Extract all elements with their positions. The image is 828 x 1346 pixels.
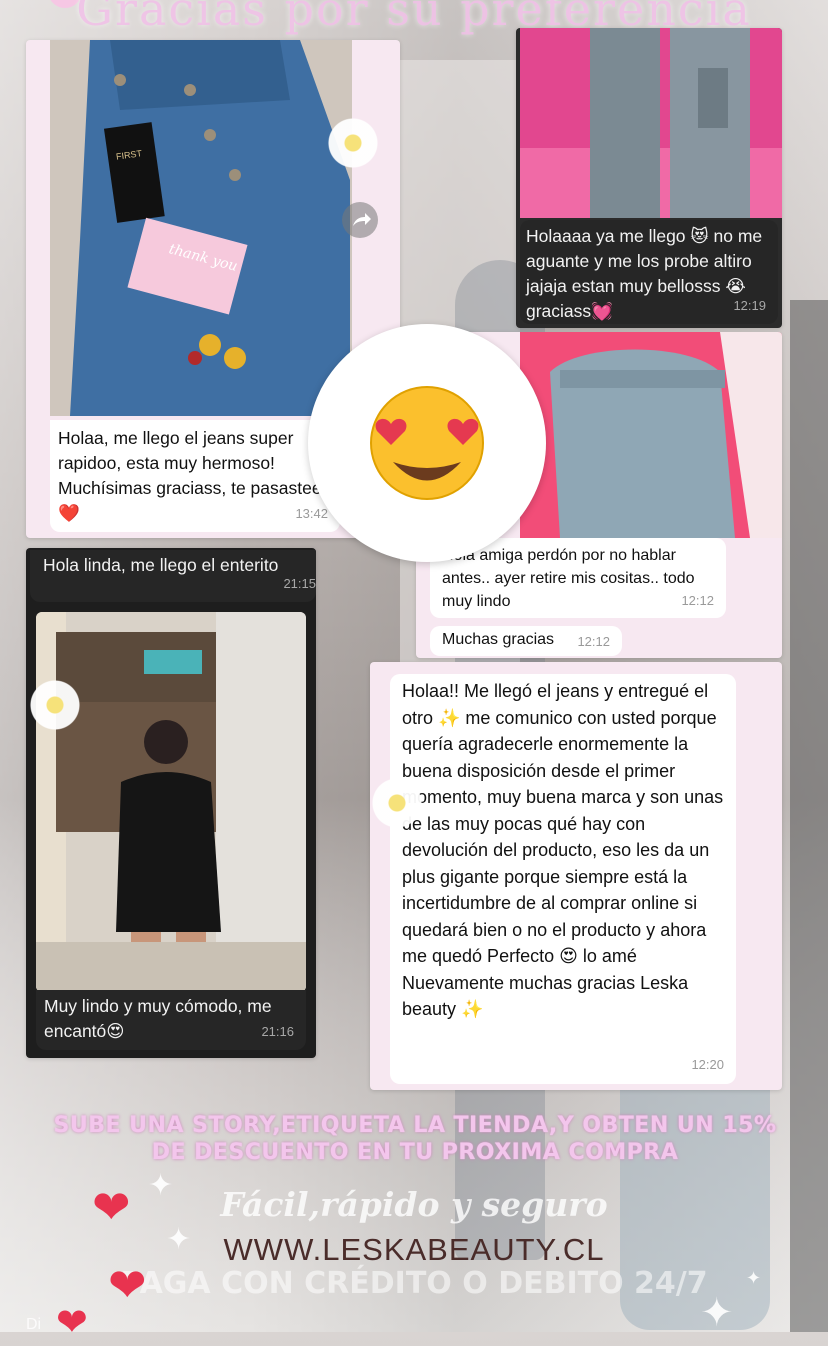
message-text: Muy lindo y muy cómodo, me encantó😍 (44, 996, 272, 1041)
message-time: 21:16 (261, 1024, 294, 1039)
daisy-icon (30, 680, 80, 730)
message-bubble: Holaaaa ya me llego 😻 no me aguante y me… (520, 220, 778, 324)
heart-icon: ❤ (56, 1302, 88, 1344)
message-bubble: Hola linda, me llego el enterito 21:15 (30, 550, 316, 602)
selfie-photo (36, 612, 306, 992)
message-text: Hola linda, me llego el enterito (43, 555, 279, 575)
review-card-4: Hola linda, me llego el enterito 21:15 M… (26, 548, 316, 1058)
message-bubble: Holaa, me llego el jeans super rapidoo, … (50, 420, 340, 532)
sparkle-icon: ✦ (166, 1223, 192, 1256)
message-time: 12:20 (691, 1056, 724, 1072)
review-card-5: Holaa!! Me llegó el jeans y entregué el … (370, 662, 782, 1090)
jeans-photo: thank you FIRST (50, 40, 352, 416)
sparkle-icon: ✦ (746, 1268, 762, 1288)
heart-eyes-emoji-icon (370, 386, 484, 500)
message-text: Muchas gracias (442, 631, 555, 648)
heart-icon: ❤ (92, 1181, 131, 1233)
message-bubble: Muchas gracias 12:12 (430, 626, 622, 656)
promo-text: SUBE UNA STORY,ETIQUETA LA TIENDA,Y OBTE… (53, 1113, 777, 1165)
message-bubble: Muy lindo y muy cómodo, me encantó😍 21:1… (36, 990, 306, 1050)
heart-icon: ❤ (108, 1259, 147, 1311)
review-card-2: Holaaaa ya me llego 😻 no me aguante y me… (516, 28, 782, 328)
jeans-image (50, 40, 352, 416)
message-text: Holaaaa ya me llego 😻 no me aguante y me… (526, 226, 763, 321)
daisy-icon (328, 118, 378, 168)
pants-photo-2 (520, 332, 782, 538)
share-icon[interactable] (342, 202, 378, 238)
message-time: 12:12 (577, 634, 610, 649)
message-time: 12:19 (733, 298, 766, 313)
daisy-icon (372, 778, 422, 828)
message-bubble: Holaa!! Me llegó el jeans y entregué el … (390, 674, 736, 1084)
sparkle-icon: ✦ (700, 1291, 734, 1335)
emoji-sticker (308, 324, 546, 562)
background-frame (790, 300, 828, 1332)
message-time: 21:15 (283, 576, 316, 591)
message-text: Holaa, me llego el jeans super rapidoo, … (58, 428, 322, 523)
message-text: Holaa!! Me llegó el jeans y entregué el … (402, 681, 724, 1019)
message-time: 12:12 (681, 593, 714, 608)
pants-photo-1 (520, 28, 782, 218)
sparkle-icon: ✦ (148, 1169, 174, 1202)
bottom-left-text: Di (26, 1316, 42, 1333)
